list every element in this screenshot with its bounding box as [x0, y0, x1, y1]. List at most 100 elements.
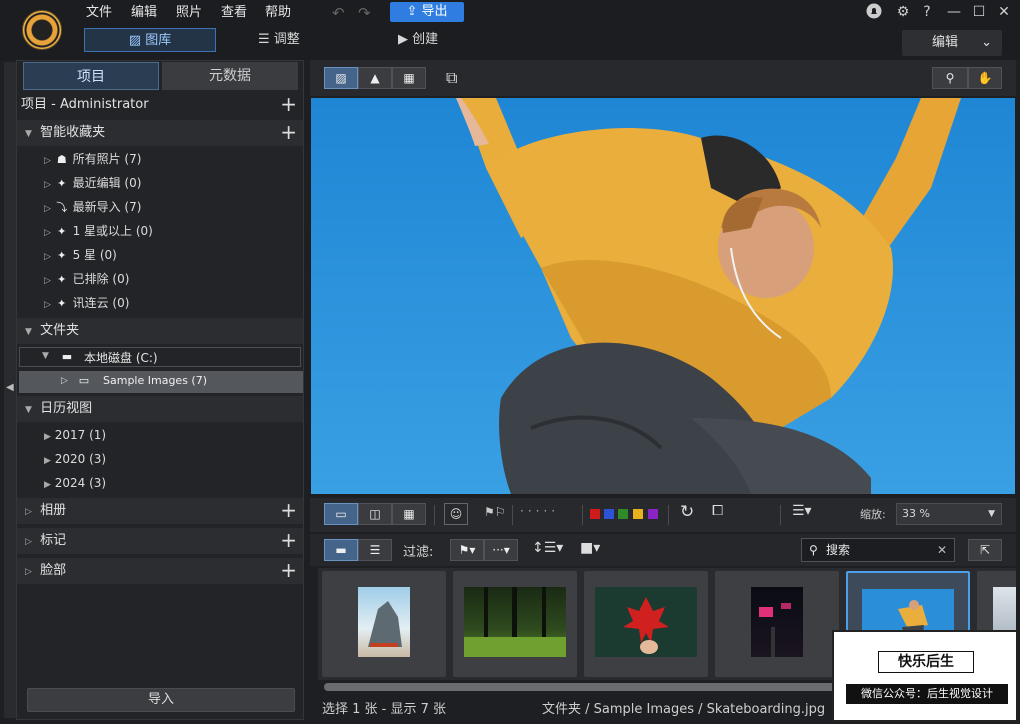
main-photo-skateboarding	[311, 98, 1015, 494]
sidebar-item-all-photos[interactable]: ▷ ☗ 所有照片 (7)	[44, 147, 141, 171]
sidebar-item-latest-import[interactable]: ▷ ⤵ 最新导入 (7)	[44, 195, 141, 219]
tab-projects[interactable]: 项目	[23, 62, 159, 90]
tab-metadata[interactable]: 元数据	[162, 62, 298, 90]
filmstrip-scroll-thumb[interactable]	[324, 683, 844, 691]
rating-filter-dropdown[interactable]: ···▾	[484, 539, 518, 561]
open-external-icon: ⇱	[979, 543, 991, 557]
sort-order-icon[interactable]: ↕☰▾	[532, 540, 563, 556]
collapsed-triangle-icon: ▷	[44, 276, 51, 286]
collapsed-triangle-icon: ▷	[25, 567, 32, 577]
flag-icon[interactable]: ⚑⚐	[484, 505, 506, 519]
image-icon: ▨	[128, 33, 146, 48]
sidebar-item-cloud[interactable]: ▷ ✦ 讯连云 (0)	[44, 291, 129, 315]
collapsed-triangle-icon: ▶	[44, 456, 51, 466]
color-label-yellow[interactable]	[633, 509, 643, 519]
color-filter-icon[interactable]: ■▾	[580, 540, 600, 556]
search-input[interactable]: ⚲ 搜索 ✕	[801, 538, 955, 562]
tab-create[interactable]: ▶ 创建	[398, 28, 438, 52]
expanded-triangle-icon: ▼	[25, 405, 32, 415]
pan-tool-button[interactable]: ✋	[968, 67, 1002, 89]
section-albums[interactable]: ▷ 相册 +	[17, 498, 303, 524]
flag-filter-dropdown[interactable]: ⚑▾	[450, 539, 484, 561]
calendar-year-2024[interactable]: ▶ 2024 (3)	[44, 471, 106, 495]
image-icon: ▲	[370, 71, 380, 85]
help-icon[interactable]: ?	[917, 3, 937, 21]
edit-dropdown[interactable]: 编辑 ⌄	[902, 30, 1002, 56]
magic-wand-icon: ✦	[57, 273, 67, 286]
calendar-year-2020[interactable]: ▶ 2020 (3)	[44, 447, 106, 471]
add-tag-icon[interactable]: +	[280, 528, 297, 552]
section-folders[interactable]: ▼ 文件夹	[17, 318, 303, 344]
compare-view-button[interactable]: ▲	[358, 67, 392, 89]
watermark-title: 快乐后生	[878, 651, 974, 673]
section-calendar[interactable]: ▼ 日历视图	[17, 396, 303, 422]
settings-gear-icon[interactable]: ⚙	[893, 3, 913, 21]
thumbnail-view-button[interactable]: ▬	[324, 539, 358, 561]
tab-library[interactable]: ▨ 图库	[84, 28, 216, 52]
add-project-icon[interactable]: +	[280, 92, 297, 116]
collapsed-triangle-icon: ▷	[44, 204, 51, 214]
notification-icon[interactable]	[864, 3, 884, 24]
thumbnail-rock-boat[interactable]	[322, 571, 446, 677]
menu-file[interactable]: 文件	[86, 4, 112, 22]
external-open-button[interactable]: ⇱	[968, 539, 1002, 561]
list-view-button[interactable]: ☰	[358, 539, 392, 561]
color-label-green[interactable]	[618, 509, 628, 519]
menu-photo[interactable]: 照片	[176, 4, 202, 22]
collapsed-triangle-icon: ▷	[44, 300, 51, 310]
color-label-red[interactable]	[590, 509, 600, 519]
undo-icon[interactable]: ↶	[332, 4, 345, 22]
collapsed-triangle-icon: ▷	[44, 228, 51, 238]
menu-help[interactable]: 帮助	[265, 4, 291, 22]
close-icon[interactable]: ✕	[994, 3, 1014, 21]
sidebar-item-excluded[interactable]: ▷ ✦ 已排除 (0)	[44, 267, 129, 291]
multi-layout-button[interactable]: ▦	[392, 503, 426, 525]
thumbnail-forest[interactable]	[453, 571, 577, 677]
second-display-icon[interactable]: ⧉	[446, 67, 470, 89]
face-tag-icon[interactable]: ☺	[444, 503, 468, 525]
section-faces[interactable]: ▷ 脸部 +	[17, 558, 303, 584]
sidebar-item-recent-edits[interactable]: ▷ ✦ 最近编辑 (0)	[44, 171, 141, 195]
menu-edit[interactable]: 编辑	[131, 4, 157, 22]
expanded-triangle-icon: ▼	[25, 327, 32, 337]
redo-icon[interactable]: ↷	[358, 4, 371, 22]
section-tags[interactable]: ▷ 标记 +	[17, 528, 303, 554]
color-label-purple[interactable]	[648, 509, 658, 519]
section-smart-collections[interactable]: ▼ 智能收藏夹 +	[17, 120, 303, 146]
sidebar-item-one-star[interactable]: ▷ ✦ 1 星或以上 (0)	[44, 219, 153, 243]
add-album-icon[interactable]: +	[280, 498, 297, 522]
thumbnail-red-maple-leaf[interactable]	[584, 571, 708, 677]
import-button[interactable]: 导入	[27, 688, 295, 712]
folder-sample-images[interactable]: ▷ ▭ Sample Images (7)	[19, 371, 303, 393]
dual-layout-button[interactable]: ◫	[358, 503, 392, 525]
panel-collapse-strip[interactable]: ◀	[4, 62, 16, 718]
zoom-tool-button[interactable]: ⚲	[932, 67, 968, 89]
sidebar-item-five-stars[interactable]: ▷ ✦ 5 星 (0)	[44, 243, 117, 267]
zoom-dropdown[interactable]: 33 % ▼	[896, 503, 1002, 525]
add-smart-collection-icon[interactable]: +	[280, 120, 297, 144]
maximize-icon[interactable]: ☐	[969, 3, 989, 21]
star-rating-dots[interactable]: ·····	[520, 504, 559, 518]
grid-view-button[interactable]: ▦	[392, 67, 426, 89]
calendar-year-2017[interactable]: ▶ 2017 (1)	[44, 423, 106, 447]
minimize-icon[interactable]: —	[944, 3, 964, 21]
single-layout-button[interactable]: ▭	[324, 503, 358, 525]
hierarchy-icon: ☗	[56, 153, 67, 166]
thumbnail-neon-street[interactable]	[715, 571, 839, 677]
add-face-icon[interactable]: +	[280, 558, 297, 582]
rotate-icon[interactable]: ↻	[680, 502, 694, 522]
magic-wand-icon: ✦	[57, 249, 67, 262]
app-logo	[22, 10, 62, 50]
sort-menu-icon[interactable]: ☰▾	[792, 503, 812, 519]
collapsed-triangle-icon: ▷	[44, 252, 51, 262]
export-button[interactable]: ⇪ 导出	[390, 2, 464, 22]
color-label-blue[interactable]	[604, 509, 614, 519]
menu-view[interactable]: 查看	[221, 4, 247, 22]
single-view-button[interactable]: ▨	[324, 67, 358, 89]
crop-icon[interactable]: ⧠	[712, 503, 723, 519]
selection-status: 选择 1 张 - 显示 7 张	[322, 702, 447, 717]
folder-drive-c[interactable]: ▼ ▬ 本地磁盘 (C:)	[19, 347, 301, 367]
tab-adjust[interactable]: ☰ 调整	[258, 28, 300, 52]
chevron-left-icon: ◀	[6, 382, 14, 393]
clear-search-icon[interactable]: ✕	[937, 539, 947, 561]
